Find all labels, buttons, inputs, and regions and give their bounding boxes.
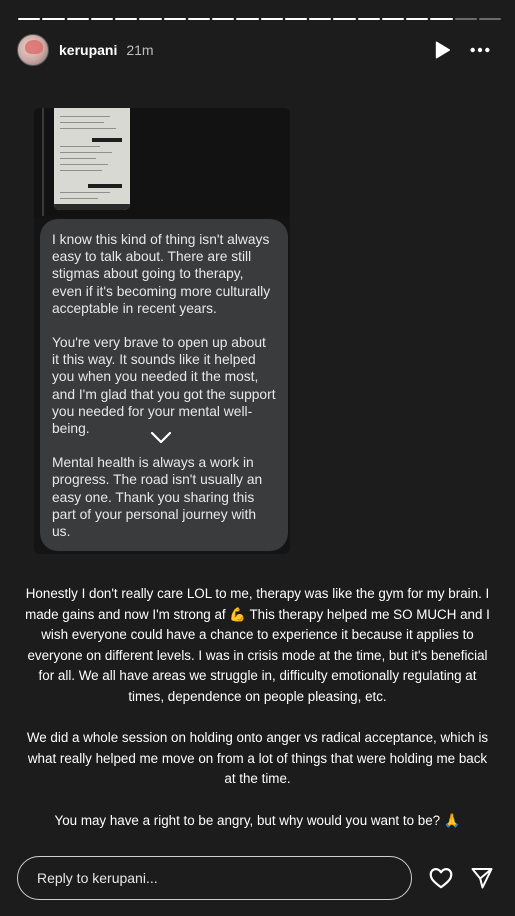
username[interactable]: kerupani — [59, 42, 117, 58]
caption-paragraph: Honestly I don't really care LOL to me, … — [25, 586, 490, 704]
progress-segment — [309, 18, 332, 20]
progress-segment — [284, 18, 307, 20]
chevron-down-icon — [150, 431, 172, 444]
progress-segment — [478, 18, 501, 20]
progress-segment — [18, 18, 41, 20]
progress-segment — [90, 18, 113, 20]
progress-segment — [357, 18, 380, 20]
story-caption: Honestly I don't really care LOL to me, … — [22, 584, 493, 852]
progress-segment — [260, 18, 283, 20]
progress-segment — [430, 18, 453, 20]
progress-segment — [236, 18, 259, 20]
progress-segment — [381, 18, 404, 20]
post-time: 21m — [126, 42, 154, 58]
progress-segment — [163, 18, 186, 20]
story-footer — [17, 856, 495, 900]
reply-input[interactable] — [17, 856, 412, 900]
avatar[interactable] — [17, 34, 49, 66]
progress-segment — [115, 18, 138, 20]
progress-segment — [42, 18, 65, 20]
reply-line — [42, 108, 44, 216]
heart-icon[interactable] — [412, 865, 454, 891]
progress-segment — [406, 18, 429, 20]
more-icon[interactable] — [469, 39, 491, 61]
play-icon[interactable] — [431, 39, 469, 61]
progress-segment — [212, 18, 235, 20]
message-paragraph: I know this kind of thing isn't always e… — [52, 232, 271, 316]
message-paragraph: Mental health is always a work in progre… — [52, 455, 263, 540]
screenshot-top-area — [34, 108, 290, 218]
progress-segment — [66, 18, 89, 20]
send-icon[interactable] — [454, 866, 494, 890]
progress-segment — [187, 18, 210, 20]
story-progress-bar — [18, 18, 501, 20]
progress-segment — [139, 18, 162, 20]
message-bubble: I know this kind of thing isn't always e… — [40, 219, 288, 551]
story-viewer: kerupani 21m I know this kind of thing i… — [0, 0, 515, 916]
notebook-image-thumbnail — [54, 108, 130, 210]
story-header: kerupani 21m — [17, 33, 491, 67]
caption-paragraph: We did a whole session on holding onto a… — [26, 730, 489, 787]
shared-screenshot: I know this kind of thing isn't always e… — [34, 108, 290, 554]
message-paragraph: You're very brave to open up about it th… — [52, 335, 276, 437]
caption-paragraph: You may have a right to be angry, but wh… — [54, 812, 461, 828]
progress-segment — [333, 18, 356, 20]
progress-segment — [454, 18, 477, 20]
